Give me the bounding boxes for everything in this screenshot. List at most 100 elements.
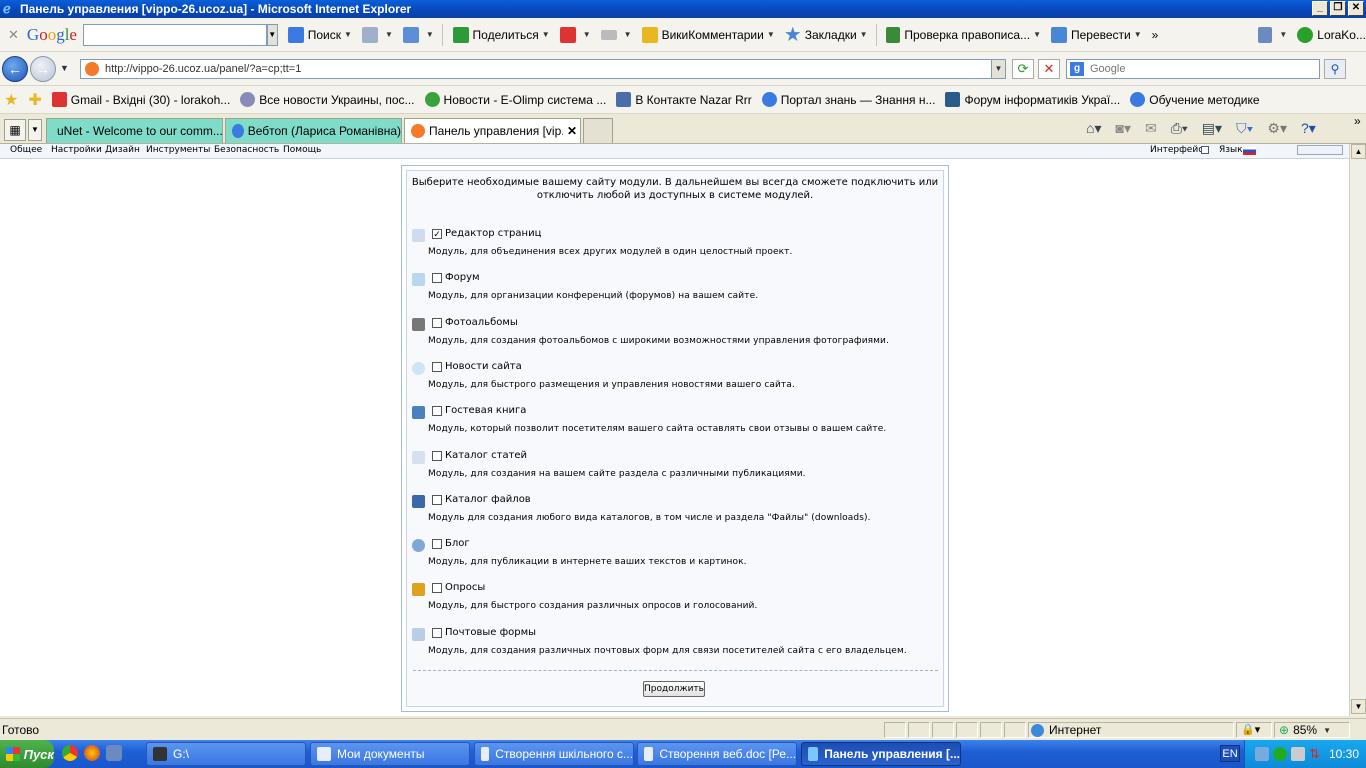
- favorite-link-methods[interactable]: Обучение методике: [1130, 92, 1260, 107]
- module-checkbox[interactable]: [432, 406, 442, 416]
- mail-icon[interactable]: ✉: [1145, 120, 1157, 137]
- module-checkbox[interactable]: [432, 451, 442, 461]
- tray-icon-network[interactable]: [1255, 747, 1269, 761]
- menu-settings[interactable]: Настройки: [51, 145, 102, 155]
- vertical-scrollbar[interactable]: ▲ ▼: [1349, 144, 1366, 716]
- bookmarks-button[interactable]: Закладки ▼: [785, 26, 868, 43]
- favorite-link-news[interactable]: Все новости Украины, пос...: [240, 92, 415, 107]
- recent-pages-dropdown[interactable]: ▼: [60, 63, 69, 73]
- close-tab-icon[interactable]: ✕: [567, 124, 577, 138]
- module-name[interactable]: Новости сайта: [445, 361, 522, 372]
- module-name[interactable]: Каталог файлов: [445, 494, 531, 505]
- search-button[interactable]: ⚲: [1324, 59, 1346, 79]
- module-name[interactable]: Гостевая книга: [445, 405, 526, 416]
- module-name[interactable]: Каталог статей: [445, 450, 527, 461]
- new-tab-button[interactable]: [583, 118, 613, 143]
- interface-icon[interactable]: [1201, 146, 1209, 154]
- module-name[interactable]: Редактор страниц: [445, 228, 541, 239]
- close-button[interactable]: ✕: [1348, 1, 1364, 16]
- quick-tabs-icon[interactable]: ▦: [4, 119, 26, 141]
- more-commands-chevron[interactable]: »: [1354, 114, 1361, 128]
- tab-list-dropdown[interactable]: ▼: [28, 119, 42, 141]
- continue-button[interactable]: Продолжить: [643, 681, 705, 697]
- tools-gear-icon[interactable]: ⚙▾: [1267, 120, 1287, 137]
- module-checkbox[interactable]: [432, 495, 442, 505]
- address-dropdown[interactable]: ▼: [991, 60, 1005, 78]
- popup-blocker-button[interactable]: ▼: [559, 26, 591, 43]
- add-favorite-icon[interactable]: ✚: [28, 90, 41, 110]
- wrench-button[interactable]: ▼: [1258, 26, 1287, 43]
- module-name[interactable]: Форум: [445, 272, 480, 283]
- refresh-button[interactable]: ⟳: [1012, 59, 1034, 79]
- menu-tools[interactable]: Инструменты: [146, 145, 210, 155]
- quicklaunch-icon[interactable]: [106, 745, 122, 761]
- russian-flag-icon[interactable]: [1243, 147, 1256, 155]
- news-button[interactable]: ▼: [361, 26, 393, 43]
- browser-icon[interactable]: [84, 745, 100, 761]
- address-field[interactable]: http://vippo-26.ucoz.ua/panel/?a=cp;tt=1…: [80, 59, 1006, 79]
- module-checkbox[interactable]: [432, 539, 442, 549]
- feeds-icon[interactable]: ◙▾: [1115, 120, 1130, 137]
- user-button[interactable]: LoraKo...: [1297, 26, 1366, 43]
- module-checkbox[interactable]: ✓: [432, 229, 442, 239]
- maximize-button[interactable]: ❐: [1330, 1, 1346, 16]
- tab-unet[interactable]: uNet - Welcome to our comm...: [46, 118, 223, 143]
- back-button[interactable]: ←: [2, 56, 28, 82]
- favorite-link-vkontakte[interactable]: В Контакте Nazar Rrr: [616, 92, 752, 107]
- interface-label[interactable]: Интерфейс: [1150, 145, 1203, 155]
- module-checkbox[interactable]: [432, 583, 442, 593]
- zoom-control[interactable]: ⊕ 85% ▼: [1274, 722, 1350, 738]
- home-icon[interactable]: ⌂▾: [1086, 120, 1101, 137]
- menu-help[interactable]: Помощь: [283, 145, 321, 155]
- taskbar-item-documents[interactable]: Мои документы: [310, 742, 470, 766]
- close-toolbar-icon[interactable]: ✕: [8, 27, 19, 43]
- tray-icon-monitor[interactable]: [1291, 747, 1305, 761]
- safety-icon[interactable]: ⛉▾: [1236, 120, 1253, 137]
- chrome-icon[interactable]: [62, 745, 78, 761]
- share-button[interactable]: Поделиться ▼: [452, 26, 550, 43]
- tab-control-panel[interactable]: Панель управления [vip... ✕: [404, 118, 581, 143]
- search-box[interactable]: g Google: [1066, 59, 1320, 79]
- print-icon[interactable]: ⎙▾: [1171, 120, 1188, 137]
- menu-design[interactable]: Дизайн: [105, 145, 140, 155]
- language-indicator[interactable]: EN: [1220, 745, 1240, 762]
- help-icon[interactable]: ?▾: [1301, 120, 1316, 137]
- favorites-star-icon[interactable]: ★: [4, 90, 18, 110]
- translate-button[interactable]: Перевести ▼: [1050, 26, 1142, 43]
- stop-button[interactable]: ✕: [1038, 59, 1060, 79]
- protected-mode-icon[interactable]: 🔒▾: [1236, 722, 1272, 738]
- forward-button[interactable]: →: [30, 56, 56, 82]
- language-label[interactable]: Язык: [1219, 145, 1243, 155]
- menu-general[interactable]: Общее: [10, 145, 42, 155]
- module-name[interactable]: Опросы: [445, 582, 485, 593]
- autofill-button[interactable]: ▼: [600, 29, 632, 40]
- page-menu-icon[interactable]: ▤▾: [1202, 120, 1222, 137]
- module-checkbox[interactable]: [432, 628, 442, 638]
- scroll-down-button[interactable]: ▼: [1351, 699, 1366, 714]
- minimize-button[interactable]: _: [1312, 1, 1328, 16]
- module-name[interactable]: Фотоальбомы: [445, 317, 518, 328]
- module-name[interactable]: Блог: [445, 538, 470, 549]
- google-search-input[interactable]: [82, 23, 267, 46]
- favorite-link-eolimp[interactable]: Новости - E-Olimp система ...: [424, 92, 606, 107]
- menu-security[interactable]: Безопасность: [214, 145, 279, 155]
- google-search-dropdown[interactable]: ▼: [266, 23, 278, 46]
- more-chevron[interactable]: »: [1152, 28, 1159, 42]
- tray-icon-safely-remove[interactable]: ⇅: [1309, 746, 1320, 762]
- menu-slider-handle[interactable]: [1297, 145, 1343, 155]
- favorite-link-forum[interactable]: Форум інформатиків Украї...: [945, 92, 1120, 107]
- start-button[interactable]: Пуск: [0, 740, 54, 768]
- taskbar-item-word-2[interactable]: Створення веб.doc [Ре...: [637, 742, 797, 766]
- spellcheck-button[interactable]: Проверка правописа... ▼: [886, 26, 1041, 43]
- module-checkbox[interactable]: [432, 273, 442, 283]
- tab-webtop[interactable]: Вебтоп (Лариса Романівна): [225, 118, 402, 143]
- scroll-up-button[interactable]: ▲: [1351, 144, 1366, 159]
- module-checkbox[interactable]: [432, 318, 442, 328]
- favorite-link-gmail[interactable]: Gmail - Вхідні (30) - lorakoh...: [51, 92, 230, 107]
- tray-icon-status[interactable]: [1273, 747, 1287, 761]
- module-name[interactable]: Почтовые формы: [445, 627, 536, 638]
- taskbar-item-ie[interactable]: Панель управления [...: [801, 742, 961, 766]
- plus-button[interactable]: ▼: [402, 26, 434, 43]
- taskbar-item-word-1[interactable]: Створення шкільного с...: [474, 742, 634, 766]
- taskbar-item-drive[interactable]: G:\: [146, 742, 306, 766]
